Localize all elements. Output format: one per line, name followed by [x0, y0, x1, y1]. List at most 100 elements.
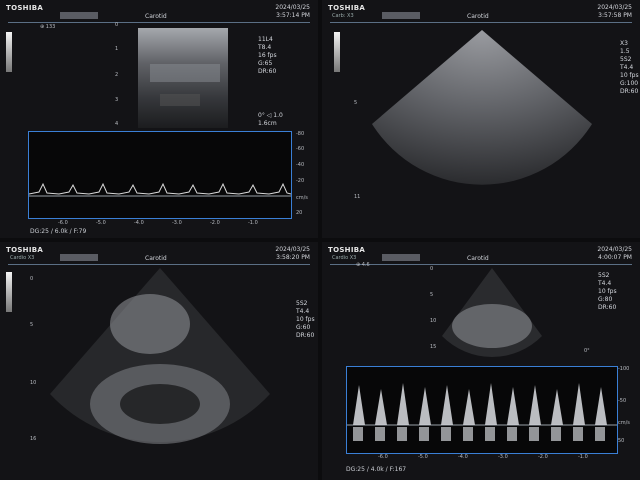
time-tick: -1.0 [248, 220, 258, 226]
probe-label: Cardio X3 [10, 255, 35, 261]
depth-tick-1: 1 [115, 46, 119, 52]
depth-tick-5: 5 [30, 322, 34, 328]
timestamp: 2024/03/25 3:57:58 PM [597, 4, 632, 20]
depth-tick-0: 0 [115, 22, 119, 28]
doppler-spectrum [28, 131, 292, 219]
time-tick: -2.0 [538, 454, 548, 460]
date-label: 2024/03/25 [597, 4, 632, 11]
param-probe: 5S2 [598, 272, 610, 279]
probe-label: Cardio X3 [332, 255, 357, 261]
param-probe: 5S2 [620, 56, 632, 63]
param-fps: 10 fps [598, 288, 617, 295]
doppler-waveform [28, 182, 292, 197]
bmode-image [138, 28, 228, 128]
marker-label: ⊕ 133 [40, 24, 56, 30]
brand-logo: TOSHIBA [328, 4, 366, 12]
param-dr: DR:60 [296, 332, 315, 339]
sector-image [372, 30, 592, 185]
vel-80: -80 [296, 131, 305, 137]
grayscale-bar [6, 272, 12, 312]
timestamp: 2024/03/25 4:00:07 PM [597, 246, 632, 262]
scan-params: 5S2 T4.4 10 fps G:60 DR:60 [296, 300, 315, 340]
param-gain: G:65 [258, 60, 273, 67]
depth-tick-2: 2 [115, 72, 119, 78]
param-gain: G:60 [296, 324, 311, 331]
panel-4-cardiac-doppler: TOSHIBA Cardio X3 Carotid 2024/03/25 4:0… [322, 242, 640, 480]
time-tick: -6.0 [378, 454, 388, 460]
depth-tick-11: 11 [354, 194, 361, 200]
doppler-spectrum [346, 366, 618, 454]
param-gain: G:100 [620, 80, 639, 87]
param-gain: G:80 [598, 296, 613, 303]
brand-logo: TOSHIBA [6, 246, 44, 254]
timestamp: 2024/03/25 3:58:20 PM [275, 246, 310, 262]
param-probe: 5S2 [296, 300, 308, 307]
doppler-footer: DG:25 / 4.0k / F:167 [346, 466, 407, 473]
cardiac-sector-image [50, 268, 270, 444]
depth-tick-5: 5 [430, 292, 434, 298]
param-freq: T4.4 [598, 280, 612, 287]
patient-info-redacted [382, 12, 420, 19]
time-tick: -4.0 [458, 454, 468, 460]
param-probe: 11L4 [258, 36, 273, 43]
angle-label: 0° [258, 112, 265, 119]
time-tick: -5.0 [418, 454, 428, 460]
depth-tick-4: 4 [115, 121, 119, 127]
angle-info: 0° ◁ 1.0 1.6cm [258, 112, 283, 128]
param-freq: T4.4 [296, 308, 310, 315]
brand-logo: TOSHIBA [328, 246, 366, 254]
time-tick: -3.0 [172, 220, 182, 226]
doppler-waveform [347, 383, 617, 441]
depth-tick-5: 5 [354, 100, 358, 106]
grayscale-bar [334, 32, 340, 72]
vel-unit: cm/s [296, 195, 308, 201]
vel-unit: cm/s [618, 420, 630, 426]
scan-params: 11L4 T8.4 16 fps G:65 DR:60 [258, 36, 277, 76]
param: 1.5 [620, 48, 630, 55]
panel-1-bmode-doppler: TOSHIBA Carotid 2024/03/25 3:57:14 PM ⊕ … [0, 0, 318, 238]
param-freq: T4.4 [620, 64, 634, 71]
angle-label: 0° [584, 348, 590, 354]
param-freq: T8.4 [258, 44, 272, 51]
time-label: 3:57:14 PM [276, 12, 310, 19]
param-dr: DR:60 [620, 88, 639, 95]
depth-tick-3: 3 [115, 97, 119, 103]
depth-tick-0: 0 [30, 276, 34, 282]
time-tick: -1.0 [578, 454, 588, 460]
panel-3-header: TOSHIBA Cardio X3 Carotid 2024/03/25 3:5… [0, 242, 318, 264]
date-label: 2024/03/25 [275, 246, 310, 253]
vel-pos20: 20 [296, 210, 303, 216]
header-rule [8, 22, 310, 23]
patient-info-redacted [60, 12, 98, 19]
depth-tick-15: 15 [430, 344, 437, 350]
time-tick: -3.0 [498, 454, 508, 460]
scan-params: 5S2 T4.4 10 fps G:80 DR:60 [598, 272, 617, 312]
patient-info-redacted [60, 254, 98, 261]
depth-tick-10: 10 [430, 318, 437, 324]
time-tick: -6.0 [58, 220, 68, 226]
scan-params: X3 1.5 5S2 T4.4 10 fps G:100 DR:60 [620, 40, 639, 96]
vel-20: -20 [296, 178, 305, 184]
patient-info-redacted [382, 254, 420, 261]
grayscale-bar [6, 32, 12, 72]
vel-100: -100 [618, 366, 630, 372]
angle-value: ◁ 1.0 [266, 112, 283, 119]
date-label: 2024/03/25 [597, 246, 632, 253]
time-label: 4:00:07 PM [598, 254, 632, 261]
depth-tick-10: 10 [30, 380, 37, 386]
panel-3-cardiac: TOSHIBA Cardio X3 Carotid 2024/03/25 3:5… [0, 242, 318, 480]
doppler-footer: DG:25 / 6.0k / F:79 [30, 228, 87, 235]
vel-40: -40 [296, 162, 305, 168]
cardiac-sector-image [442, 268, 542, 358]
param-dr: DR:60 [598, 304, 617, 311]
time-label: 3:57:58 PM [598, 12, 632, 19]
param-fps: 16 fps [258, 52, 277, 59]
param: X3 [620, 40, 628, 47]
panel-4-header: TOSHIBA Cardio X3 Carotid 2024/03/25 4:0… [322, 242, 640, 264]
time-tick: -5.0 [96, 220, 106, 226]
param-dr: DR:60 [258, 68, 277, 75]
exam-title: Carotid [467, 13, 489, 20]
panel-1-header: TOSHIBA Carotid 2024/03/25 3:57:14 PM [0, 0, 318, 22]
depth-tick-0: 0 [430, 266, 434, 272]
vel-60: -60 [296, 146, 305, 152]
